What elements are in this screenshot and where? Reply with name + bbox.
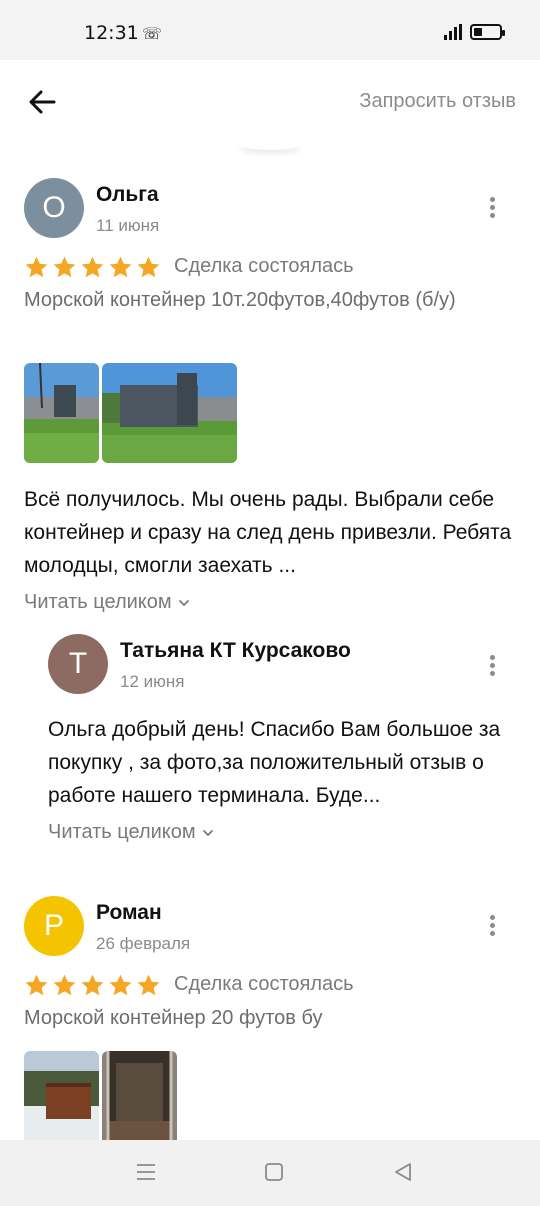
- more-options-icon[interactable]: [482, 192, 502, 222]
- star-icon: [109, 256, 132, 278]
- avatar-letter: О: [42, 191, 66, 224]
- reply-date: 12 июня: [120, 672, 185, 691]
- rating-stars: [24, 973, 161, 998]
- photo-container-yard: [102, 363, 237, 463]
- star-icon: [137, 974, 160, 996]
- read-more-label: Читать целиком: [24, 591, 172, 613]
- scroll-shadow: [240, 140, 300, 150]
- more-options-icon[interactable]: [482, 650, 502, 680]
- reply-author[interactable]: Татьяна КТ Курсаково: [120, 639, 351, 663]
- chevron-down-icon: [178, 599, 189, 606]
- battery-icon: [470, 24, 505, 40]
- photo-container-inside: [102, 1051, 177, 1140]
- review-card: Р Роман 26 февраля Сделка состоялась Мор…: [24, 896, 524, 1140]
- review-photo[interactable]: [24, 363, 99, 463]
- read-more-link[interactable]: Читать целиком: [48, 821, 214, 844]
- review-text: Всё получилось. Мы очень рады. Выбрали с…: [24, 488, 512, 577]
- star-icon: [53, 256, 76, 278]
- review-photos: [24, 363, 237, 463]
- request-review-button[interactable]: Запросить отзыв: [359, 90, 516, 113]
- photo-container-yard: [24, 363, 99, 463]
- star-icon: [25, 974, 48, 996]
- deal-status: Сделка состоялась: [174, 255, 354, 277]
- review-author[interactable]: Роман: [96, 901, 162, 925]
- more-options-icon[interactable]: [482, 910, 502, 940]
- star-icon: [81, 256, 104, 278]
- avatar[interactable]: Р: [24, 896, 84, 956]
- read-more-label: Читать целиком: [48, 821, 196, 843]
- star-icon: [81, 974, 104, 996]
- avatar-letter: Р: [43, 909, 64, 942]
- review-photo[interactable]: [24, 1051, 99, 1140]
- chevron-down-icon: [202, 829, 213, 836]
- read-more-link[interactable]: Читать целиком: [24, 591, 190, 614]
- photo-container-snow: [24, 1051, 99, 1140]
- star-icon: [25, 256, 48, 278]
- deal-status: Сделка состоялась: [174, 973, 354, 995]
- review-author[interactable]: Ольга: [96, 183, 159, 207]
- review-date: 11 июня: [96, 216, 160, 235]
- status-indicators: [444, 24, 505, 40]
- phone-call-icon: ☏: [142, 24, 163, 43]
- review-date: 26 февраля: [96, 934, 191, 953]
- star-icon: [109, 974, 132, 996]
- rating-stars: [24, 255, 161, 280]
- menu-icon[interactable]: [134, 1160, 158, 1184]
- review-photo[interactable]: [102, 363, 237, 463]
- back-triangle-icon[interactable]: [391, 1160, 415, 1184]
- review-photo[interactable]: [102, 1051, 177, 1140]
- signal-icon: [444, 24, 462, 40]
- status-bar: 12:31 ☏: [0, 0, 540, 60]
- system-nav-bar: [0, 1140, 540, 1206]
- status-time: 12:31: [84, 22, 139, 44]
- back-arrow-icon[interactable]: [24, 84, 60, 120]
- avatar[interactable]: Т: [48, 634, 108, 694]
- star-icon: [137, 256, 160, 278]
- review-card: О Ольга 11 июня Сделка состоялась Морско…: [24, 178, 524, 618]
- app-header: Запросить отзыв: [0, 60, 540, 150]
- review-photos: [24, 1051, 177, 1140]
- item-title[interactable]: Морской контейнер 10т.20футов,40футов (б…: [24, 285, 524, 316]
- item-title[interactable]: Морской контейнер 20 футов бу: [24, 1003, 524, 1034]
- reply-card: Т Татьяна КТ Курсаково 12 июня Ольга доб…: [48, 634, 524, 854]
- home-icon[interactable]: [262, 1160, 286, 1184]
- star-icon: [53, 974, 76, 996]
- reply-text: Ольга добрый день! Спасибо Вам большое з…: [48, 718, 501, 807]
- avatar[interactable]: О: [24, 178, 84, 238]
- avatar-letter: Т: [68, 647, 88, 680]
